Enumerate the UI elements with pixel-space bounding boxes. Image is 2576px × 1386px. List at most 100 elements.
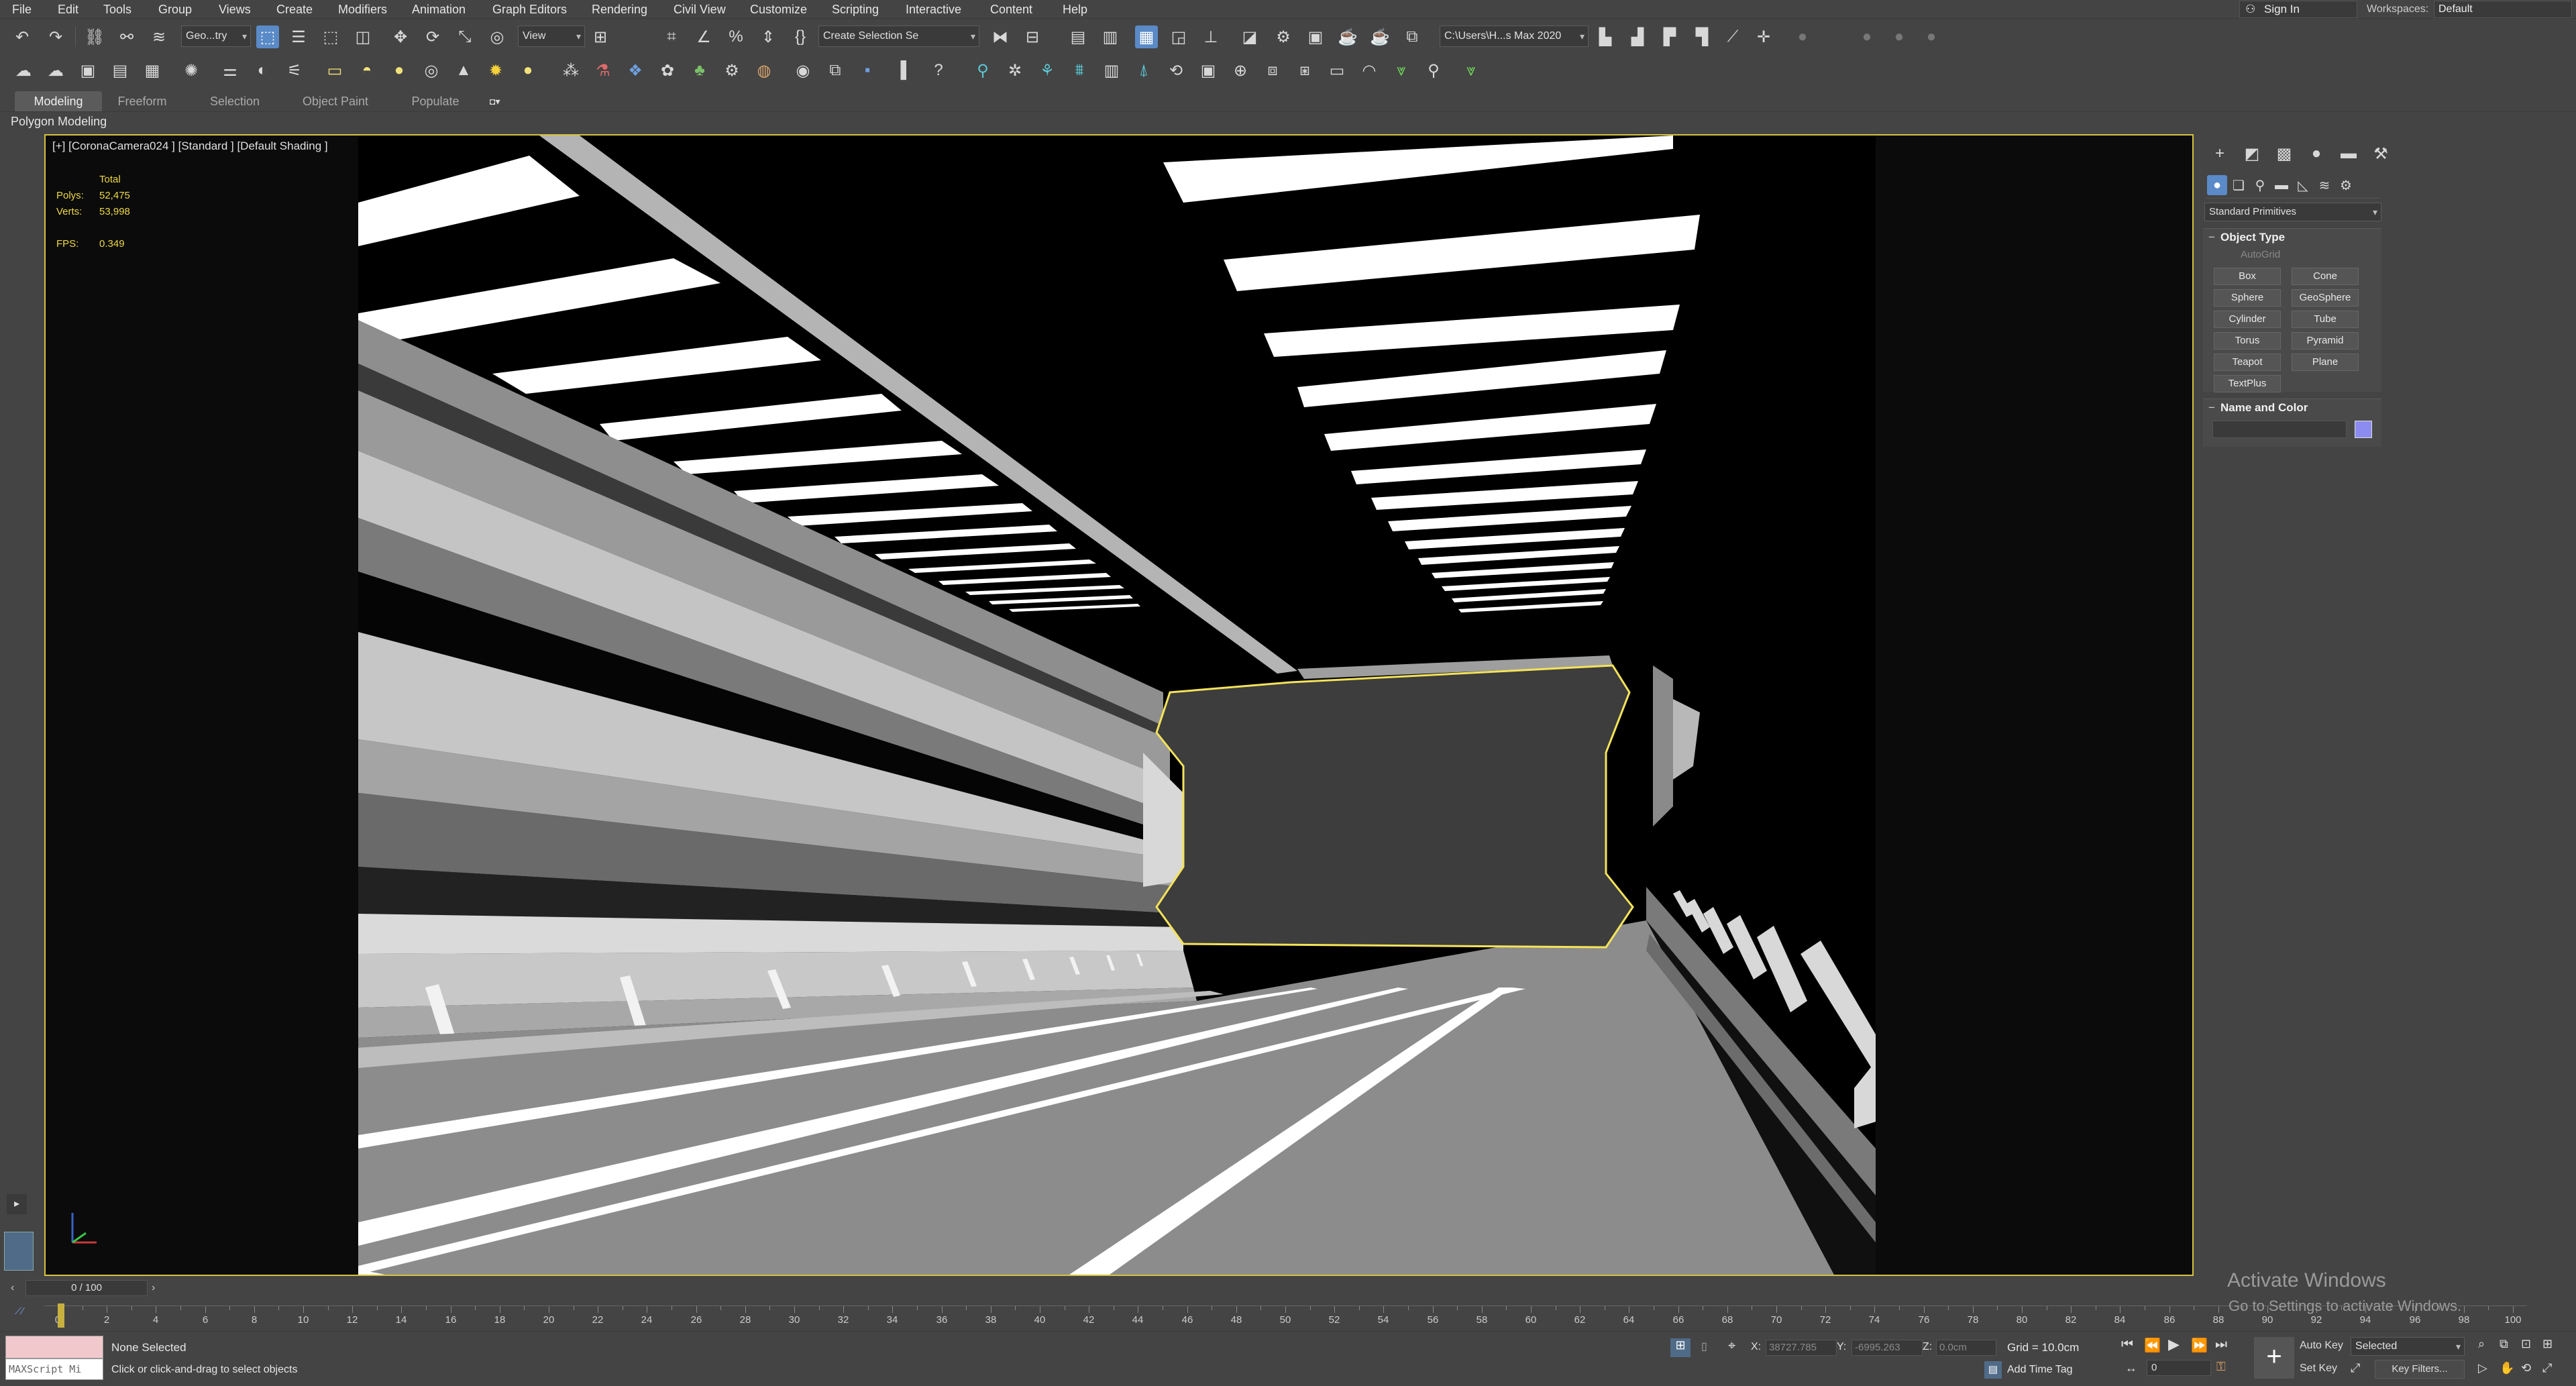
object-name-input[interactable] bbox=[2212, 421, 2347, 438]
menu-group[interactable]: Group bbox=[158, 0, 192, 19]
material-library-icon[interactable]: ◍ bbox=[753, 59, 775, 82]
gear-icon[interactable]: ✲ bbox=[1004, 59, 1026, 82]
redo-icon[interactable]: ↷ bbox=[44, 25, 67, 48]
key-mode-icon[interactable]: ⚿ bbox=[2216, 1360, 2226, 1374]
circle-icon[interactable]: ● bbox=[1791, 25, 1814, 48]
geometry-icon[interactable]: ● bbox=[2207, 175, 2227, 195]
key-mode-toggle-icon[interactable]: ⤢ bbox=[2351, 1361, 2371, 1375]
project-folder-dropdown[interactable]: C:\Users\H...s Max 2020 bbox=[1440, 25, 1589, 47]
y-coordinate-field[interactable]: -6995.263 bbox=[1851, 1340, 1923, 1356]
category-dropdown[interactable]: Standard Primitives bbox=[2204, 203, 2381, 221]
viewport-label[interactable]: [+] [CoronaCamera024 ] [Standard ] [Defa… bbox=[52, 140, 328, 153]
isolate-icon[interactable]: ⊞ bbox=[1670, 1338, 1690, 1357]
display-tab-icon[interactable]: ▬ bbox=[2337, 142, 2360, 165]
select-object-icon[interactable]: ⬚ bbox=[256, 25, 279, 48]
disk-light-icon[interactable]: ◎ bbox=[420, 59, 443, 82]
menu-customize[interactable]: Customize bbox=[750, 0, 807, 19]
cone-light-icon[interactable]: ▲ bbox=[452, 59, 475, 82]
project-icon[interactable]: ▙ bbox=[1594, 25, 1617, 48]
create-tab-icon[interactable]: + bbox=[2208, 142, 2231, 165]
spinner-snap-icon[interactable]: ⇕ bbox=[757, 25, 780, 48]
move-icon[interactable]: ✥ bbox=[389, 25, 412, 48]
helpers-icon[interactable]: ◺ bbox=[2293, 175, 2313, 195]
time-slider[interactable]: 0 / 100 bbox=[25, 1280, 148, 1296]
workspace-select[interactable]: Default bbox=[2434, 1, 2572, 18]
menu-civil-view[interactable]: Civil View bbox=[674, 0, 726, 19]
edit-named-selection-icon[interactable]: {} bbox=[789, 25, 812, 48]
list-icon[interactable]: ▤ bbox=[109, 59, 131, 82]
systems-icon[interactable]: ⚙ bbox=[2336, 175, 2356, 195]
maximize-viewport-icon[interactable]: ⤢ bbox=[2542, 1361, 2552, 1375]
current-frame-field[interactable]: 0 bbox=[2147, 1360, 2211, 1376]
maxscript-output[interactable] bbox=[5, 1336, 103, 1358]
go-to-end-icon[interactable]: ⏭ bbox=[2215, 1337, 2227, 1352]
menu-interactive[interactable]: Interactive bbox=[906, 0, 961, 19]
z-coordinate-field[interactable]: 0.0cm bbox=[1936, 1340, 1996, 1356]
refresh-icon[interactable]: ⟲ bbox=[1165, 59, 1187, 82]
x-coordinate-field[interactable]: 38727.785 bbox=[1766, 1340, 1837, 1356]
plant-icon[interactable]: ♣ bbox=[688, 59, 711, 82]
menu-tools[interactable]: Tools bbox=[103, 0, 131, 19]
tube-button[interactable]: Tube bbox=[2292, 311, 2359, 328]
image-icon[interactable]: ▣ bbox=[76, 59, 99, 82]
project-open-icon[interactable]: ▟ bbox=[1626, 25, 1649, 48]
dome-light-icon[interactable]: ◓ bbox=[356, 59, 378, 82]
rotate-icon[interactable]: ⟳ bbox=[421, 25, 444, 48]
zoom-extents-all-icon[interactable]: ⊞ bbox=[2542, 1337, 2553, 1351]
half-circle-icon[interactable]: ◐ bbox=[251, 59, 274, 82]
maxscript-input[interactable]: MAXScript Mi bbox=[5, 1358, 103, 1380]
menu-animation[interactable]: Animation bbox=[412, 0, 466, 19]
tab-modeling[interactable]: Modeling bbox=[15, 91, 102, 111]
tab-populate[interactable]: Populate bbox=[392, 91, 479, 111]
render-in-cloud-icon[interactable]: ⧉ bbox=[1401, 25, 1424, 48]
menu-graph-editors[interactable]: Graph Editors bbox=[492, 0, 567, 19]
zoom-all-icon[interactable]: ⧉ bbox=[2500, 1337, 2508, 1351]
sphere-light-icon[interactable]: ● bbox=[388, 59, 411, 82]
scatter-tool-icon[interactable]: ⚘ bbox=[1036, 59, 1059, 82]
ribbon-options-icon[interactable]: ◘▾ bbox=[490, 94, 514, 109]
mesh-icon[interactable]: ▭ bbox=[1326, 59, 1348, 82]
place-icon[interactable]: ◎ bbox=[486, 25, 508, 48]
align-icon[interactable]: ⊟ bbox=[1021, 25, 1044, 48]
autogrid-checkbox[interactable]: AutoGrid bbox=[2241, 249, 2280, 260]
pattern-icon[interactable]: ⚙ bbox=[720, 59, 743, 82]
cylinder-button[interactable]: Cylinder bbox=[2214, 311, 2281, 328]
set-key-button[interactable]: Set Key bbox=[2300, 1363, 2337, 1375]
zoom-icon[interactable]: ⌕ bbox=[2478, 1337, 2485, 1351]
tab-selection[interactable]: Selection bbox=[193, 91, 276, 111]
corona-move-icon[interactable]: ✛ bbox=[1752, 25, 1775, 48]
cameras-icon[interactable]: ▬ bbox=[2271, 175, 2292, 195]
auto-key-button[interactable]: Auto Key bbox=[2300, 1340, 2343, 1352]
field-of-view-icon[interactable]: ▷ bbox=[2478, 1361, 2487, 1375]
pallet-icon[interactable]: ⧆ bbox=[1293, 59, 1316, 82]
rectangle-light-icon[interactable]: ▭ bbox=[323, 59, 346, 82]
absolute-mode-icon[interactable]: ⌖ bbox=[1728, 1338, 1735, 1354]
box-button[interactable]: Box bbox=[2214, 268, 2281, 285]
select-by-name-icon[interactable]: ☰ bbox=[287, 25, 310, 48]
menu-file[interactable]: File bbox=[12, 0, 32, 19]
snap-3d-icon[interactable]: ⌗ bbox=[660, 25, 683, 48]
time-config-icon[interactable]: ↔ bbox=[2125, 1361, 2137, 1375]
circle-icon[interactable]: ● bbox=[1856, 25, 1878, 48]
vfb-icon[interactable]: ▪ bbox=[856, 59, 879, 82]
corona-tool-icon[interactable]: ⟋ bbox=[1721, 25, 1744, 48]
expand-down-icon[interactable]: ⩔ bbox=[1460, 59, 1483, 82]
percent-snap-icon[interactable]: % bbox=[724, 25, 747, 48]
utilities-tab-icon[interactable]: ⚒ bbox=[2369, 142, 2392, 165]
space-warps-icon[interactable]: ≋ bbox=[2314, 175, 2334, 195]
reference-coordinate-dropdown[interactable]: View bbox=[518, 25, 585, 47]
rectangular-selection-icon[interactable]: ⬚ bbox=[319, 25, 342, 48]
tree-icon[interactable]: ⍋ bbox=[1132, 59, 1155, 82]
material-icon[interactable]: ◉ bbox=[792, 59, 814, 82]
current-time-marker[interactable] bbox=[58, 1303, 64, 1328]
timeline-ruler[interactable]: 0246810121416182022242628303234363840424… bbox=[44, 1303, 2526, 1328]
object-type-title[interactable]: Object Type bbox=[2203, 229, 2381, 246]
angle-snap-icon[interactable]: ∠ bbox=[692, 25, 715, 48]
options-icon[interactable]: ⚌ bbox=[219, 59, 241, 82]
add-time-tag[interactable]: Add Time Tag bbox=[2007, 1364, 2073, 1376]
modify-tab-icon[interactable]: ◩ bbox=[2241, 142, 2263, 165]
help-icon[interactable]: ? bbox=[927, 59, 950, 82]
cloud-outline-icon[interactable]: ☁ bbox=[44, 59, 67, 82]
previous-frame-icon[interactable]: ⏪ bbox=[2144, 1337, 2161, 1354]
menu-create[interactable]: Create bbox=[276, 0, 313, 19]
